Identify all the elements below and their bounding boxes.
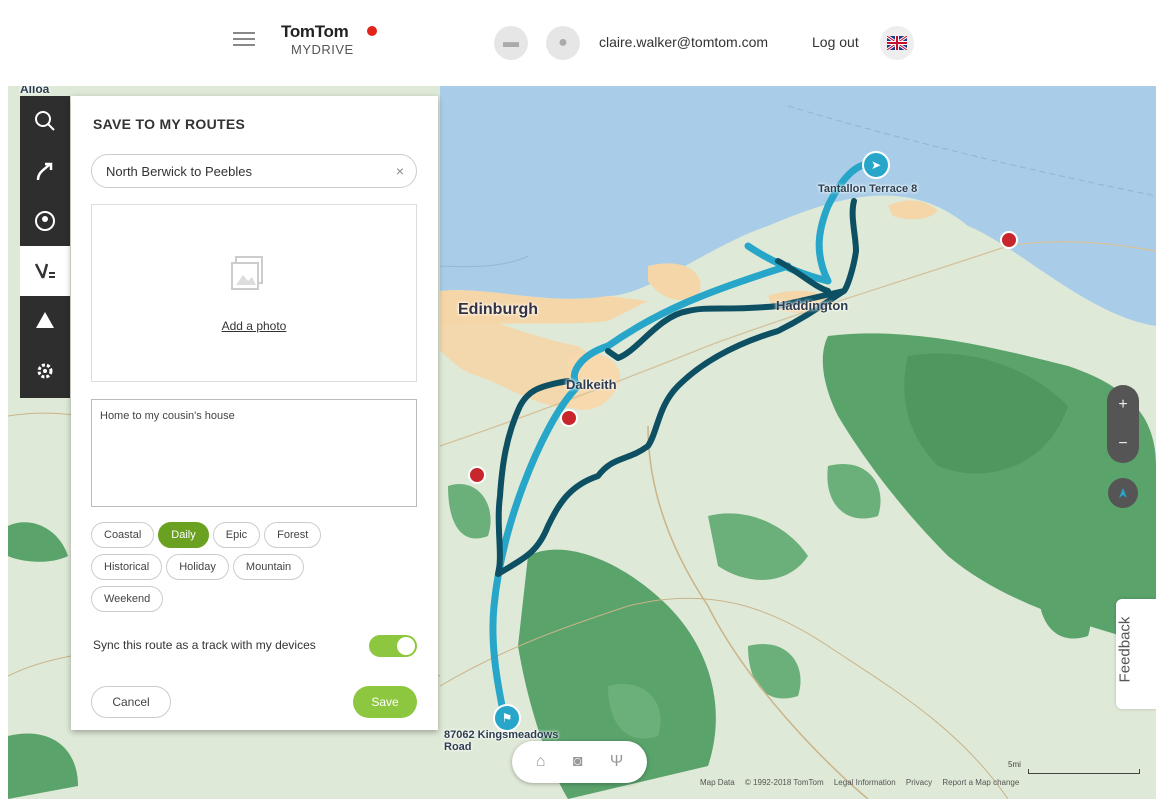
map-attribution: Map Data © 1992-2018 TomTom Legal Inform… — [700, 778, 1027, 787]
place-edinburgh: Edinburgh — [458, 301, 538, 318]
place-tantallon: Tantallon Terrace 8 — [818, 183, 918, 195]
menu-icon[interactable] — [233, 28, 255, 50]
traffic-icon[interactable] — [20, 296, 70, 346]
camera-icon[interactable]: ◙ — [573, 753, 583, 771]
tag-holiday[interactable]: Holiday — [166, 554, 229, 580]
zoom-control: + − — [1107, 385, 1139, 463]
map-scale: 5mi — [1008, 760, 1140, 774]
place-alloa: Alloa — [20, 86, 50, 96]
tag-forest[interactable]: Forest — [264, 522, 322, 548]
tag-epic[interactable]: Epic — [212, 522, 261, 548]
tag-historical[interactable]: Historical — [91, 554, 163, 580]
panel-title: SAVE TO MY ROUTES — [93, 116, 246, 132]
top-bar: TomTom MYDRIVE ▬ ● claire.walker@tomtom.… — [0, 0, 1156, 86]
feedback-label: Feedback — [1116, 616, 1134, 683]
tag-mountain[interactable]: Mountain — [232, 554, 305, 580]
search-icon[interactable] — [20, 96, 70, 146]
bed-icon[interactable]: ⌂ — [536, 753, 546, 771]
tomtom-logo: TomTom MYDRIVE — [281, 22, 381, 62]
poi-marker-icon[interactable] — [560, 409, 578, 427]
place-dalkeith: Dalkeith — [566, 377, 617, 392]
logout-link[interactable]: Log out — [812, 34, 859, 50]
settings-gear-icon[interactable] — [20, 346, 70, 396]
my-routes-icon[interactable] — [20, 246, 70, 296]
photo-drop-area[interactable]: Add a photo — [91, 204, 417, 382]
route-description-textarea[interactable]: Home to my cousin's house — [91, 399, 417, 507]
zoom-in-button[interactable]: + — [1107, 385, 1139, 424]
sync-label: Sync this route as a track with my devic… — [93, 638, 316, 652]
brand-sub: MYDRIVE — [291, 42, 354, 57]
photo-placeholder-icon — [231, 256, 263, 290]
zoom-out-button[interactable]: − — [1107, 424, 1139, 463]
report-map-change-link[interactable]: Report a Map change — [942, 778, 1019, 787]
cancel-button[interactable]: Cancel — [91, 686, 171, 718]
brand-name: TomTom — [281, 22, 349, 41]
user-email: claire.walker@tomtom.com — [599, 34, 769, 50]
compass-button[interactable] — [1108, 478, 1138, 508]
attribution-map-data: Map Data — [700, 778, 735, 787]
feedback-tab[interactable]: Feedback — [1116, 599, 1156, 709]
tag-list: Coastal Daily Epic Forest Historical Holiday… — [91, 522, 417, 618]
tag-coastal[interactable]: Coastal — [91, 522, 155, 548]
description-value: Home to my cousin's house — [100, 410, 235, 422]
route-planner-icon[interactable] — [20, 146, 70, 196]
attribution-copyright: © 1992-2018 TomTom — [744, 778, 824, 787]
tag-daily[interactable]: Daily — [158, 522, 209, 548]
save-route-panel: SAVE TO MY ROUTES North Berwick to Peebl… — [71, 96, 438, 730]
messages-icon[interactable]: ▬ — [494, 26, 528, 60]
add-photo-link[interactable]: Add a photo — [92, 319, 416, 333]
scale-label: 5mi — [1008, 760, 1021, 769]
route-start-icon[interactable]: ➤ — [862, 151, 890, 179]
sync-toggle[interactable] — [369, 635, 417, 657]
legal-information-link[interactable]: Legal Information — [834, 778, 896, 787]
tag-weekend[interactable]: Weekend — [91, 586, 164, 612]
poi-marker-icon[interactable] — [468, 466, 486, 484]
user-icon[interactable]: ● — [546, 26, 580, 60]
clear-icon[interactable]: × — [396, 163, 404, 179]
poi-marker-icon[interactable] — [1000, 231, 1018, 249]
places-icon[interactable] — [20, 196, 70, 246]
route-name-value: North Berwick to Peebles — [106, 163, 252, 179]
route-name-input[interactable]: North Berwick to Peebles × — [91, 154, 417, 188]
route-end-icon[interactable]: ⚑ — [493, 704, 521, 732]
save-button[interactable]: Save — [353, 686, 417, 718]
side-toolbar — [20, 96, 70, 398]
map-layer-toolbar: ⌂ ◙ Ψ — [512, 741, 647, 783]
place-haddington: Haddington — [776, 298, 849, 313]
uk-flag-icon[interactable] — [880, 26, 914, 60]
privacy-link[interactable]: Privacy — [906, 778, 932, 787]
restaurant-icon[interactable]: Ψ — [610, 753, 623, 771]
